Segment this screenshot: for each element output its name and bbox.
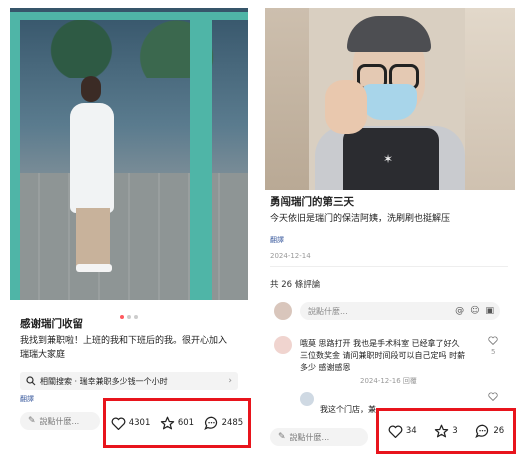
comment-count: 2485 xyxy=(221,418,244,428)
reply-like-heart-icon[interactable] xyxy=(488,392,498,401)
like-count: 4301 xyxy=(128,418,151,428)
carousel-dots xyxy=(120,304,141,323)
person-white-coat xyxy=(70,103,114,213)
related-search-bar[interactable]: 相關搜索 · 瑞幸兼职多少钱一个小时 › xyxy=(20,372,238,390)
person-head xyxy=(81,76,101,102)
comment-meta: 2024-12-16 回覆 xyxy=(360,377,417,385)
shelf-right xyxy=(465,8,515,190)
comment-count: 26 xyxy=(493,426,505,436)
chevron-right-icon: › xyxy=(228,376,232,386)
comment-line3: 多少 感谢感恩 xyxy=(300,363,351,372)
person-shoes xyxy=(76,264,112,272)
left-post-panel: 感谢瑞门收留 我找到兼职啦！上班的我和下班后的我。很开心加入 瑞瑞大家庭 相關搜… xyxy=(0,0,258,459)
like-count: 34 xyxy=(405,426,417,436)
related-search-text: 相關搜索 · 瑞幸兼职多少钱一个小时 xyxy=(40,376,168,386)
comment-bubble-icon xyxy=(203,416,217,430)
post-body: 今天依旧是瑞门的保洁阿姨，洗刷刷也挺解压 xyxy=(270,214,451,224)
comment-button[interactable]: 26 xyxy=(475,424,504,438)
ok-hand-gesture xyxy=(325,80,367,134)
post-body-line1: 我找到兼职啦！上班的我和下班后的我。很开心加入 xyxy=(20,336,228,346)
carousel-dot-active xyxy=(120,315,124,319)
comment-bubble-icon xyxy=(475,424,489,438)
post-title: 勇闯瑞门的第三天 xyxy=(270,196,354,208)
post-body-line2: 瑞瑞大家庭 xyxy=(20,350,66,360)
post-date: 2024-12-14 xyxy=(270,252,311,260)
favorite-button[interactable]: 3 xyxy=(434,424,458,438)
image-icon[interactable]: ▣ xyxy=(485,306,494,316)
pen-icon: ✎ xyxy=(278,432,286,442)
comment-input-placeholder: 說點什麼... xyxy=(308,306,348,316)
at-icon[interactable]: @ xyxy=(455,306,464,316)
comment-input[interactable]: ✎ 說點什麼... xyxy=(20,412,100,430)
post-photo-left[interactable] xyxy=(10,8,248,300)
star-icon xyxy=(160,416,175,430)
carousel-dot xyxy=(134,315,138,319)
reply-text: 我这个门店，兼 xyxy=(320,405,376,414)
fence-left-post xyxy=(10,12,20,300)
comment-input-bottom[interactable]: ✎ 說點什麼... xyxy=(270,428,368,446)
star-icon xyxy=(435,424,449,438)
favorite-count: 3 xyxy=(452,426,458,436)
comment-like-heart-icon[interactable] xyxy=(488,336,498,345)
avatar[interactable] xyxy=(300,392,314,406)
fence-right-post xyxy=(190,12,212,300)
avatar[interactable] xyxy=(274,336,292,354)
comment-placeholder: 說點什麼... xyxy=(39,416,80,426)
floor-tiles xyxy=(10,173,248,300)
right-post-panel: ✶ 勇闯瑞门的第三天 今天依旧是瑞门的保洁阿姨，洗刷刷也挺解压 翻譯 2024-… xyxy=(262,0,518,459)
comment-line1: 哦莫 思路打开 我也是手术科室 已经拿了好久 xyxy=(300,339,460,348)
fence-top-bar xyxy=(10,12,248,20)
post-title: 感谢瑞门收留 xyxy=(20,318,83,330)
heart-icon xyxy=(111,417,126,430)
emoji-icon[interactable]: ☺ xyxy=(470,306,479,316)
heart-icon xyxy=(388,425,403,438)
comment-total: 共 26 條評論 xyxy=(270,280,321,290)
comment-line2: 三位数奖金 请问兼职时间段可以自己定吗 时薪 xyxy=(300,351,466,360)
like-button[interactable]: 4301 xyxy=(111,417,151,430)
comment-input[interactable]: 說點什麼... @ ☺ ▣ xyxy=(300,302,500,320)
post-photo-right[interactable]: ✶ xyxy=(265,8,515,190)
face-mask xyxy=(361,84,417,120)
comment-like-count: 5 xyxy=(491,348,496,356)
apron-logo: ✶ xyxy=(382,152,394,166)
comment-button[interactable]: 2485 xyxy=(203,416,244,430)
search-icon xyxy=(26,376,36,386)
pen-icon: ✎ xyxy=(28,416,36,426)
engagement-bar: 34 3 26 xyxy=(376,408,516,454)
favorite-button[interactable]: 601 xyxy=(160,416,194,430)
comment-placeholder: 說點什麼... xyxy=(289,432,330,442)
person-cap xyxy=(347,16,431,52)
avatar[interactable] xyxy=(274,302,292,320)
like-button[interactable]: 34 xyxy=(388,425,417,438)
favorite-count: 601 xyxy=(177,418,195,428)
separator xyxy=(270,266,508,267)
carousel-dot xyxy=(127,315,131,319)
translate-link[interactable]: 翻譯 xyxy=(20,394,34,404)
engagement-bar: 4301 601 2485 xyxy=(103,398,251,448)
shelf-left xyxy=(265,8,309,190)
translate-link[interactable]: 翻譯 xyxy=(270,235,284,245)
person-legs xyxy=(76,208,110,266)
